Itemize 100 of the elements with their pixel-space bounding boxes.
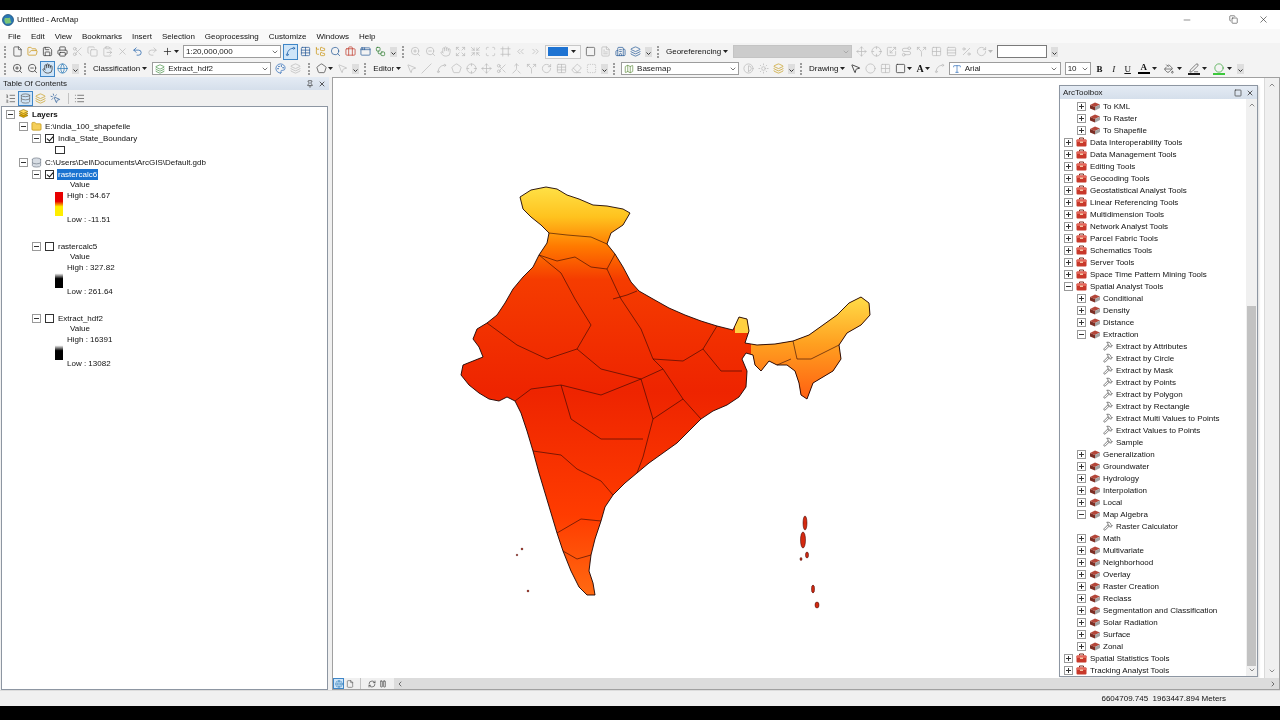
tool-item[interactable]: Raster Calculator: [1115, 520, 1179, 532]
expand-icon[interactable]: [1064, 185, 1073, 195]
expand-icon[interactable]: [1064, 245, 1073, 255]
expand-icon[interactable]: [1077, 605, 1086, 615]
menu-item[interactable]: Edit: [25, 31, 50, 41]
expand-icon[interactable]: [1077, 557, 1086, 567]
tool-item[interactable]: Extract by Mask: [1115, 364, 1174, 376]
toolbox-icon[interactable]: [345, 46, 356, 57]
dropdown-field[interactable]: 1:20,000,000: [183, 45, 281, 58]
pan-tool-button[interactable]: [40, 60, 55, 77]
dropdown-field[interactable]: 10: [1064, 62, 1091, 75]
expand-icon[interactable]: [1064, 665, 1073, 675]
toolbar-options-icon[interactable]: [390, 46, 397, 57]
checkbox[interactable]: [45, 133, 54, 143]
checkbox[interactable]: [45, 313, 54, 323]
save-icon[interactable]: [42, 46, 53, 57]
toolset-item[interactable]: Segmentation and Classification: [1102, 604, 1219, 616]
toolbar-menu-button[interactable]: Drawing: [806, 61, 849, 76]
menu-item[interactable]: File: [3, 31, 26, 41]
toolset-item[interactable]: Density: [1102, 304, 1131, 316]
page-icon[interactable]: [585, 46, 596, 57]
data-source-path[interactable]: E:\india_100_shapefeile: [44, 120, 132, 132]
toolbox-item[interactable]: Parcel Fabric Tools: [1089, 232, 1159, 244]
expand-icon[interactable]: [1077, 317, 1086, 327]
spline-tool-button[interactable]: [283, 43, 298, 60]
toolset-item[interactable]: Zonal: [1102, 640, 1124, 652]
menu-item[interactable]: Bookmarks: [76, 31, 127, 41]
rectangle-icon[interactable]: [895, 63, 907, 74]
expand-icon[interactable]: [1077, 533, 1086, 543]
toolbar-options-icon[interactable]: [645, 46, 652, 57]
scroll-left-icon[interactable]: [396, 679, 404, 688]
expand-icon[interactable]: [1064, 257, 1073, 267]
pentagon-icon[interactable]: [316, 63, 328, 74]
close-icon[interactable]: [318, 79, 326, 88]
expand-icon[interactable]: [1077, 113, 1086, 123]
toolbar-menu-button[interactable]: Georeferencing: [663, 44, 732, 59]
toolbox-item[interactable]: Geostatistical Analyst Tools: [1089, 184, 1188, 196]
workflow-icon[interactable]: [375, 46, 386, 57]
collapse-icon[interactable]: [32, 133, 41, 143]
input-field[interactable]: [997, 45, 1048, 58]
globe-icon[interactable]: [57, 63, 68, 74]
checkbox[interactable]: [45, 169, 54, 179]
tool-item[interactable]: Extract by Circle: [1115, 352, 1176, 364]
underline-button[interactable]: U: [1120, 60, 1135, 77]
toolset-item[interactable]: Conditional: [1102, 292, 1145, 304]
toolbar-options-icon[interactable]: [1051, 46, 1059, 57]
data-frame-name[interactable]: Layers: [31, 108, 59, 120]
expand-icon[interactable]: [1077, 629, 1086, 639]
pin-icon[interactable]: [306, 79, 314, 88]
window-icon[interactable]: [360, 46, 371, 57]
scroll-down-icon[interactable]: [1247, 666, 1256, 674]
layer-name[interactable]: rastercalc5: [57, 240, 99, 252]
toolbox-item[interactable]: Network Analyst Tools: [1089, 220, 1170, 232]
expand-icon[interactable]: [1064, 149, 1073, 159]
toolbar-options-icon[interactable]: [601, 63, 609, 74]
palette-icon[interactable]: [275, 63, 287, 74]
layer-name[interactable]: India_State_Boundary: [57, 132, 139, 144]
menu-item[interactable]: View: [49, 31, 77, 41]
toolbar-options-icon[interactable]: [788, 63, 796, 74]
collapse-icon[interactable]: [19, 121, 28, 131]
expand-icon[interactable]: [1064, 197, 1073, 207]
toolset-item[interactable]: Interpolation: [1102, 484, 1149, 496]
toolset-item[interactable]: To KML: [1102, 100, 1132, 112]
toolset-item[interactable]: Overlay: [1102, 568, 1132, 580]
expand-icon[interactable]: [1077, 569, 1086, 579]
toc-view-button[interactable]: [48, 90, 63, 106]
menu-item[interactable]: Insert: [126, 31, 157, 41]
toolbar-options-icon[interactable]: [72, 63, 79, 74]
toolset-item[interactable]: Math: [1102, 532, 1122, 544]
bold-button[interactable]: B: [1092, 60, 1107, 77]
toolbar-menu-button[interactable]: Classification: [90, 61, 151, 76]
dropdown-field[interactable]: Extract_hdf2: [152, 62, 272, 75]
toolbox-item[interactable]: Data Management Tools: [1089, 148, 1178, 160]
layers-icon[interactable]: [630, 46, 641, 57]
toolbox-item[interactable]: Schematics Tools: [1089, 244, 1154, 256]
scroll-down-icon[interactable]: [1268, 667, 1276, 675]
file-icon[interactable]: [12, 46, 23, 57]
layer-name[interactable]: Extract_hdf2: [57, 312, 104, 324]
expand-icon[interactable]: [1077, 293, 1086, 303]
view-button[interactable]: [344, 678, 355, 689]
toolbox-item[interactable]: Tracking Analyst Tools: [1089, 664, 1171, 676]
toolset-item[interactable]: To Shapefile: [1102, 124, 1149, 136]
collapse-icon[interactable]: [1064, 281, 1073, 291]
expand-icon[interactable]: [1077, 545, 1086, 555]
expand-icon[interactable]: [1064, 137, 1073, 147]
dropdown-field[interactable]: Arial: [948, 62, 1061, 75]
expand-icon[interactable]: [1064, 653, 1073, 663]
expand-icon[interactable]: [1077, 641, 1086, 651]
menu-item[interactable]: Customize: [263, 31, 312, 41]
expand-icon[interactable]: [1077, 473, 1086, 483]
expand-icon[interactable]: [1077, 305, 1086, 315]
expand-icon[interactable]: [1064, 233, 1073, 243]
toolbar-options-icon[interactable]: [1236, 63, 1244, 74]
tool-item[interactable]: Extract by Attributes: [1115, 340, 1189, 352]
toolset-item[interactable]: To Raster: [1102, 112, 1139, 124]
toolset-item[interactable]: Local: [1102, 496, 1124, 508]
tool-item[interactable]: Extract by Rectangle: [1115, 400, 1191, 412]
layer-name[interactable]: rastercalc6: [57, 168, 99, 180]
toolbox-item[interactable]: Space Time Pattern Mining Tools: [1089, 268, 1208, 280]
add-icon[interactable]: [162, 46, 173, 57]
